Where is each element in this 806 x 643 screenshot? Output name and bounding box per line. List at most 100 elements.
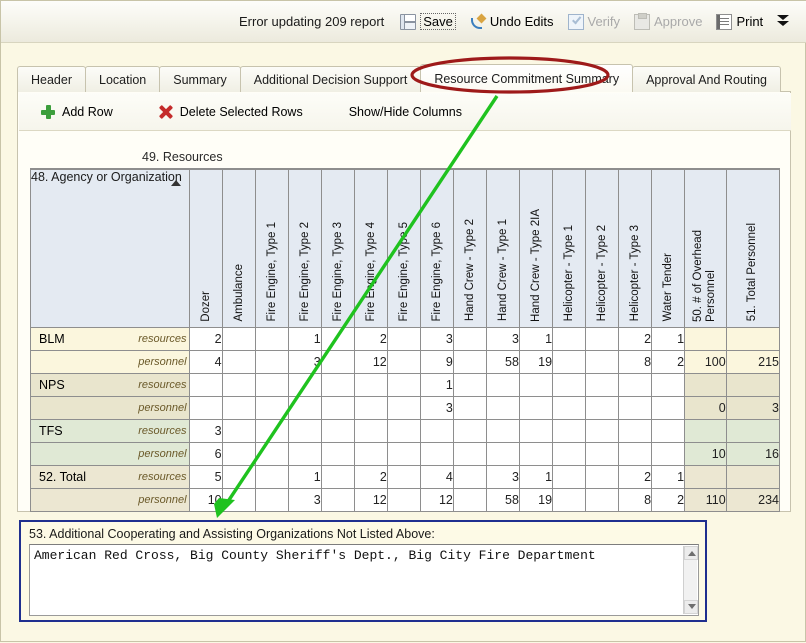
grid-cell[interactable]: 4 [419, 464, 454, 489]
grid-cell[interactable]: 12 [353, 349, 388, 374]
grid-cell[interactable] [452, 418, 487, 443]
grid-cell[interactable] [254, 326, 289, 351]
overhead-personnel-cell[interactable]: 110 [684, 487, 727, 512]
column-header-fire-engine-type-5[interactable]: Fire Engine, Type 5 [386, 168, 421, 328]
overhead-personnel-cell[interactable]: 0 [684, 395, 727, 420]
column-header-hand-crew-type-2ia[interactable]: Hand Crew - Type 2IA [518, 168, 554, 328]
grid-cell[interactable] [221, 372, 256, 397]
column-header-51-total-personnel[interactable]: 51. Total Personnel [725, 168, 781, 328]
column-header-helicopter-type-1[interactable]: Helicopter - Type 1 [552, 168, 587, 328]
grid-cell[interactable]: 1 [518, 464, 554, 489]
grid-cell[interactable]: 3 [419, 326, 454, 351]
grid-cell[interactable] [419, 418, 454, 443]
grid-cell[interactable] [485, 441, 520, 466]
column-header-helicopter-type-2[interactable]: Helicopter - Type 2 [585, 168, 620, 328]
grid-cell[interactable] [320, 464, 355, 489]
tab-location[interactable]: Location [85, 66, 161, 92]
grid-cell[interactable]: 1 [287, 326, 322, 351]
grid-cell[interactable] [353, 441, 388, 466]
grid-cell[interactable] [585, 464, 620, 489]
grid-cell[interactable]: 1 [419, 372, 454, 397]
overhead-personnel-cell[interactable]: 100 [684, 349, 727, 374]
row-label-cell[interactable]: personnel [30, 487, 190, 512]
column-header-fire-engine-type-1[interactable]: Fire Engine, Type 1 [254, 168, 289, 328]
grid-cell[interactable] [485, 395, 520, 420]
grid-cell[interactable]: 10 [188, 487, 223, 512]
grid-cell[interactable]: 19 [518, 349, 554, 374]
grid-cell[interactable]: 2 [618, 326, 653, 351]
grid-cell[interactable] [552, 487, 587, 512]
column-header-fire-engine-type-2[interactable]: Fire Engine, Type 2 [287, 168, 322, 328]
grid-cell[interactable]: 3 [287, 349, 322, 374]
grid-cell[interactable] [452, 464, 487, 489]
table-row[interactable]: personnel 6 10 16 [30, 441, 781, 466]
grid-cell[interactable]: 1 [651, 326, 686, 351]
row-label-cell[interactable]: personnel [30, 441, 190, 466]
grid-cell[interactable]: 1 [518, 326, 554, 351]
grid-cell[interactable] [386, 349, 421, 374]
grid-cell[interactable] [585, 395, 620, 420]
grid-cell[interactable] [254, 487, 289, 512]
column-header-fire-engine-type-6[interactable]: Fire Engine, Type 6 [419, 168, 454, 328]
grid-cell[interactable]: 2 [353, 326, 388, 351]
grid-cell[interactable] [452, 395, 487, 420]
grid-cell[interactable]: 6 [188, 441, 223, 466]
grid-cell[interactable] [618, 372, 653, 397]
column-header-dozer[interactable]: Dozer [188, 168, 223, 328]
grid-cell[interactable] [552, 441, 587, 466]
grid-cell[interactable] [320, 418, 355, 443]
save-button[interactable]: Save [400, 13, 456, 30]
grid-cell[interactable] [419, 441, 454, 466]
grid-cell[interactable] [552, 395, 587, 420]
grid-cell[interactable]: 8 [618, 487, 653, 512]
double-chevron-down-icon[interactable] [775, 13, 793, 31]
table-row[interactable]: 52. Total resources 5 1 2 4 3 1 2 1 [30, 464, 781, 489]
overhead-personnel-cell[interactable]: 10 [684, 441, 727, 466]
undo-edits-button[interactable]: Undo Edits [470, 14, 554, 30]
table-row[interactable]: NPS resources 1 [30, 372, 781, 397]
grid-cell[interactable]: 1 [651, 464, 686, 489]
table-row[interactable]: TFS resources 3 [30, 418, 781, 443]
textarea-scrollbar[interactable] [683, 546, 698, 614]
grid-cell[interactable] [651, 372, 686, 397]
grid-cell[interactable] [386, 395, 421, 420]
grid-cell[interactable]: 3 [287, 487, 322, 512]
table-row[interactable]: BLM resources 2 1 2 3 3 1 2 1 [30, 326, 781, 351]
grid-cell[interactable]: 3 [485, 326, 520, 351]
grid-cell[interactable] [386, 464, 421, 489]
grid-cell[interactable] [518, 418, 554, 443]
grid-cell[interactable] [353, 418, 388, 443]
grid-cell[interactable]: 58 [485, 349, 520, 374]
grid-cell[interactable] [221, 487, 256, 512]
grid-cell[interactable] [585, 418, 620, 443]
add-row-button[interactable]: Add Row [41, 104, 113, 119]
grid-cell[interactable] [287, 418, 322, 443]
grid-cell[interactable] [585, 487, 620, 512]
grid-cell[interactable] [254, 395, 289, 420]
grid-cell[interactable] [651, 418, 686, 443]
grid-cell[interactable] [320, 441, 355, 466]
grid-cell[interactable] [618, 418, 653, 443]
grid-cell[interactable]: 1 [287, 464, 322, 489]
grid-cell[interactable] [651, 441, 686, 466]
row-label-cell[interactable]: personnel [30, 349, 190, 374]
column-header-50-of-overhead-personnel[interactable]: 50. # of Overhead Personnel [684, 168, 727, 328]
column-header-agency[interactable]: 48. Agency or Organization [30, 168, 190, 328]
additional-organizations-textarea[interactable]: American Red Cross, Big County Sheriff's… [29, 544, 699, 616]
grid-cell[interactable] [618, 441, 653, 466]
grid-cell[interactable] [585, 326, 620, 351]
grid-cell[interactable]: 3 [485, 464, 520, 489]
grid-cell[interactable] [221, 349, 256, 374]
grid-cell[interactable] [452, 349, 487, 374]
grid-cell[interactable] [552, 418, 587, 443]
tab-summary[interactable]: Summary [159, 66, 241, 92]
grid-cell[interactable] [188, 372, 223, 397]
grid-cell[interactable] [485, 418, 520, 443]
row-label-cell[interactable]: NPS resources [30, 372, 190, 397]
column-header-helicopter-type-3[interactable]: Helicopter - Type 3 [618, 168, 653, 328]
grid-cell[interactable] [552, 349, 587, 374]
grid-cell[interactable] [651, 395, 686, 420]
scroll-up-arrow-icon[interactable] [684, 546, 698, 560]
grid-cell[interactable] [386, 487, 421, 512]
grid-cell[interactable]: 2 [353, 464, 388, 489]
